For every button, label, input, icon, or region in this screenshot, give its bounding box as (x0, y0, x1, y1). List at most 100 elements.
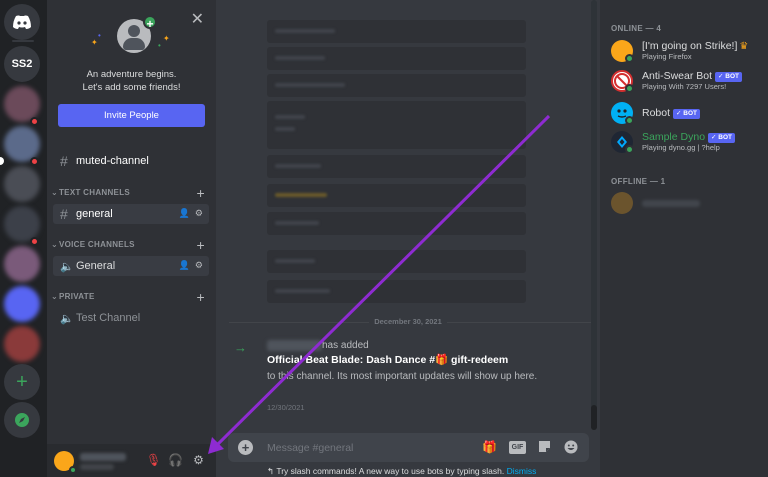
user-tag-blurred (80, 464, 114, 470)
voice-channel-general[interactable]: 🔈 General 👤 ⚙ (53, 256, 209, 276)
member-name: [I'm going on Strike!] ♛ (642, 40, 749, 52)
mention-badge (30, 157, 39, 166)
rail-separator (12, 40, 34, 42)
mention-badge (30, 237, 39, 246)
member-join-arrow-icon: → (234, 340, 247, 355)
blurred-message (267, 184, 526, 207)
message-timestamp: 12/30/2021 (267, 403, 305, 412)
sticker-icon[interactable] (537, 440, 552, 455)
member-name: Sample Dyno ✓ BOT (642, 131, 736, 143)
welcome-card: ✕ ✦ • • ✦ + An adventure begins. Let's a… (47, 0, 216, 140)
member-activity: Playing Firefox (642, 52, 692, 61)
member-name: Anti-Swear Bot ✓ BOT (642, 70, 743, 82)
online-status-icon (625, 84, 634, 93)
channel-muted-channel[interactable]: # muted-channel (53, 151, 209, 171)
voice-channel-test[interactable]: 🔈 Test Channel (53, 308, 209, 328)
slash-command-hint: ↰ Try slash commands! A new way to use b… (267, 466, 537, 476)
online-status-icon (625, 116, 634, 125)
channel-general[interactable]: # general 👤 ⚙ (53, 204, 209, 224)
blurred-message (267, 74, 526, 97)
invite-people-button[interactable]: Invite People (58, 104, 205, 127)
locked-speaker-icon: 🔈 (60, 312, 74, 325)
server-blurred-7[interactable] (4, 326, 40, 362)
add-channel-icon[interactable]: + (197, 289, 205, 305)
chevron-down-icon: ⌄ (51, 292, 59, 301)
mute-microphone-icon[interactable]: 🎙 (146, 453, 161, 468)
hash-icon: # (60, 206, 68, 222)
member-item[interactable]: Anti-Swear Bot ✓ BOT Playing With 7297 Us… (611, 68, 763, 94)
channel-name: general (76, 208, 113, 220)
user-settings-gear-icon[interactable]: ⚙ (191, 453, 206, 468)
message-input[interactable]: Message #general (267, 442, 353, 454)
server-blurred-6[interactable] (4, 286, 40, 322)
online-status-icon (625, 145, 634, 154)
offline-header: OFFLINE — 1 (611, 177, 666, 186)
sparkle-icon: • (158, 41, 161, 50)
member-item[interactable]: [I'm going on Strike!] ♛ Playing Firefox (611, 38, 763, 64)
bot-badge: ✓ BOT (715, 72, 743, 82)
member-activity: Playing With 7297 Users! (642, 82, 727, 91)
online-status-icon (625, 54, 634, 63)
system-message-body: to this channel. Its most important upda… (267, 371, 538, 382)
plus-icon: + (16, 370, 28, 393)
avatar (611, 192, 633, 214)
invite-member-icon[interactable]: 👤 (179, 260, 190, 271)
emoji-icon[interactable] (563, 440, 578, 455)
chevron-down-icon: ⌄ (51, 240, 59, 249)
welcome-title: An adventure begins. (86, 69, 177, 80)
user-panel: 🎙 🎧 ⚙ (47, 444, 216, 477)
category-private[interactable]: ⌄PRIVATE + (51, 289, 211, 305)
invite-member-icon[interactable]: 👤 (179, 208, 190, 219)
server-rail: SS2 + (0, 0, 47, 477)
member-list: ONLINE — 4 [I'm going on Strike!] ♛ Playi… (600, 0, 768, 477)
member-item[interactable]: Sample Dyno ✓ BOT Playing dyno.gg | ?help (611, 129, 763, 155)
gif-button[interactable]: GIF (509, 441, 526, 454)
crown-icon: ♛ (739, 41, 749, 52)
discord-logo-icon (13, 15, 31, 29)
blurred-message (267, 250, 526, 273)
scrollbar-track[interactable] (591, 0, 597, 430)
add-channel-icon[interactable]: + (197, 185, 205, 201)
server-ss2[interactable]: SS2 (4, 46, 40, 82)
headphones-icon[interactable]: 🎧 (168, 453, 183, 468)
system-message-action: has added (322, 340, 369, 351)
sparkle-icon: ✦ (91, 38, 98, 47)
username-blurred[interactable] (267, 340, 322, 351)
chat-area: December 30, 2021 → has added Official B… (216, 0, 600, 477)
blurred-message (267, 101, 526, 149)
channel-name: Test Channel (76, 312, 141, 324)
add-friend-illustration: + (117, 15, 157, 53)
server-blurred-3[interactable] (4, 166, 40, 202)
server-blurred-5[interactable] (4, 246, 40, 282)
member-item[interactable]: Robot ✓ BOT (611, 100, 763, 126)
blurred-message (267, 47, 526, 70)
system-message-title[interactable]: Official Beat Blade: Dash Dance #🎁 gift-… (267, 353, 508, 366)
blurred-message (267, 212, 526, 235)
add-server-button[interactable]: + (4, 364, 40, 400)
member-activity: Playing dyno.gg | ?help (642, 143, 720, 152)
channel-name: General (76, 260, 116, 272)
close-icon[interactable]: ✕ (191, 12, 204, 28)
add-channel-icon[interactable]: + (197, 237, 205, 253)
gear-icon[interactable]: ⚙ (195, 208, 203, 219)
upload-plus-icon[interactable]: + (238, 440, 253, 455)
gear-icon[interactable]: ⚙ (195, 260, 203, 271)
category-text-channels[interactable]: ⌄TEXT CHANNELS + (51, 185, 211, 201)
slash-arrow-icon: ↰ (267, 466, 277, 476)
explore-servers-button[interactable] (4, 402, 40, 438)
username-blurred (80, 453, 126, 461)
discord-home-button[interactable] (4, 4, 40, 40)
username-blurred (642, 200, 700, 207)
hash-icon: # (60, 153, 68, 169)
blurred-message (267, 280, 526, 303)
online-status-icon (69, 466, 77, 474)
online-header: ONLINE — 4 (611, 24, 662, 33)
date-divider: December 30, 2021 (216, 317, 600, 326)
category-voice-channels[interactable]: ⌄VOICE CHANNELS + (51, 237, 211, 253)
channel-name: muted-channel (76, 155, 149, 167)
dismiss-link[interactable]: Dismiss (507, 466, 537, 476)
plus-icon: + (143, 15, 157, 31)
member-name: Robot ✓ BOT (642, 107, 701, 119)
scrollbar-thumb[interactable] (591, 405, 597, 430)
gift-icon[interactable]: 🎁 (482, 440, 497, 455)
